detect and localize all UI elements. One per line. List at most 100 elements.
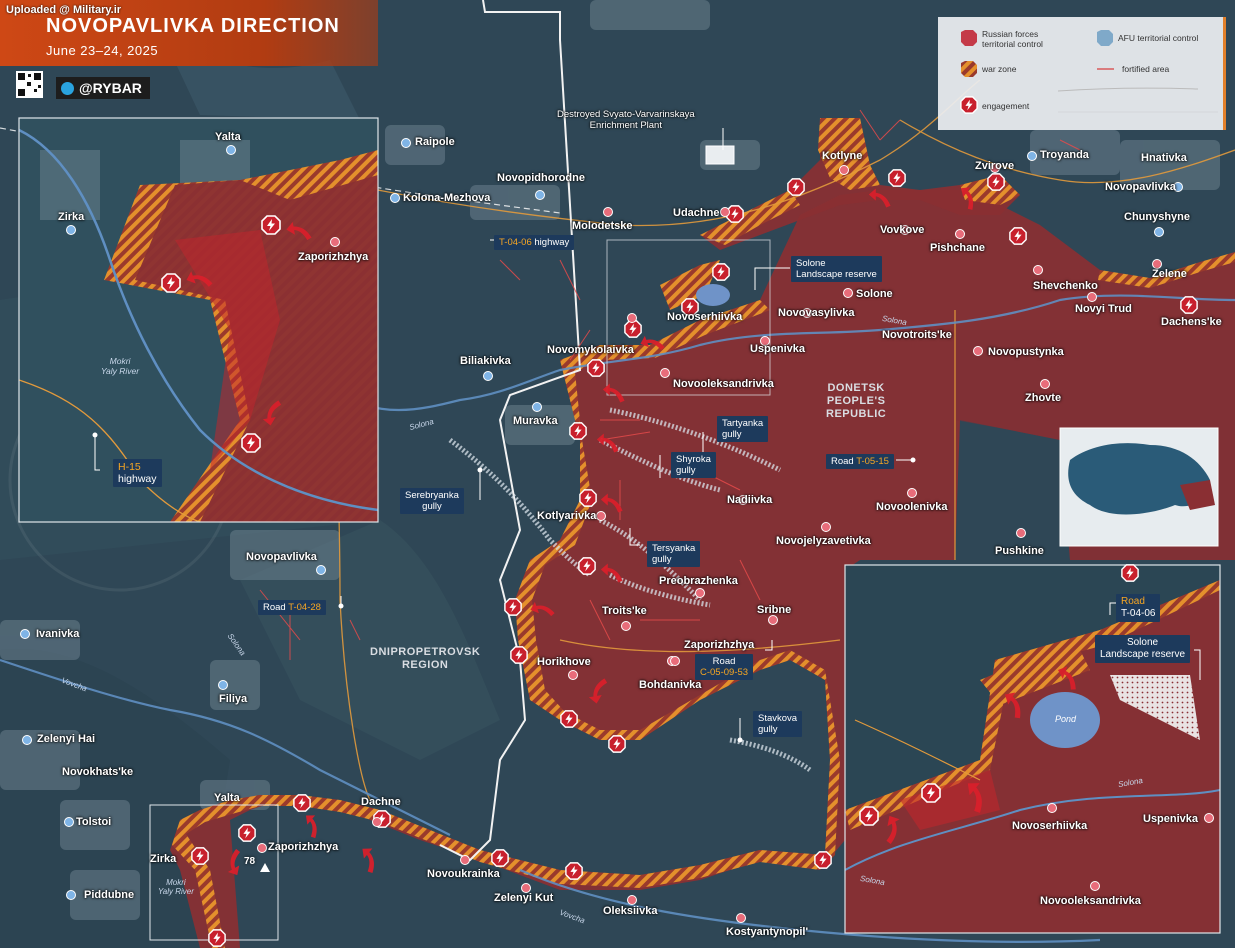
brand-handle: @RYBAR xyxy=(79,80,142,96)
place-shevchenko: Shevchenko xyxy=(1033,280,1098,292)
place-dachne: Dachne xyxy=(361,796,401,808)
legend-war-zone: war zone xyxy=(982,64,1017,74)
legend-accent xyxy=(1223,17,1226,130)
callout-stavkova-gully: Stavkova gully xyxy=(753,711,803,737)
qr-code-icon xyxy=(16,71,43,98)
callout-tersyanka-line1: Tersyanka xyxy=(652,543,696,554)
place-zelene: Zelene xyxy=(1152,268,1187,280)
inset-right-novoserhiivka: Novoserhiivka xyxy=(1012,820,1088,832)
place-troits-ke: Troits'ke xyxy=(602,605,647,617)
callout-t0406-highway: T-04-06 highway xyxy=(494,235,575,250)
place-novomykolaivka: Novomykolaivka xyxy=(547,344,634,356)
inset-left-river: Mokri Yaly River xyxy=(101,356,139,376)
road-code: H-15 xyxy=(118,461,141,473)
place-horikhove: Horikhove xyxy=(537,656,591,668)
callout-c050953-line1: Road xyxy=(712,656,736,667)
map-date: June 23–24, 2025 xyxy=(46,43,159,58)
place-kotlyne: Kotlyne xyxy=(822,150,863,162)
callout-plant-line2: Enrichment Plant xyxy=(589,120,662,131)
inset-right-uspenivka: Uspenivka xyxy=(1143,813,1199,825)
place-filiya: Filiya xyxy=(219,693,248,705)
place-sribne: Sribne xyxy=(757,604,792,616)
river-mokri-line1: Mokri xyxy=(166,878,186,887)
callout-road-c050953: Road C-05-09-53 xyxy=(695,654,754,680)
callout-serebryanka-gully: Serebryanka gully xyxy=(400,488,464,514)
road-code: T-04-06 xyxy=(1121,608,1156,619)
inset-right-novooleksandrivka: Novooleksandrivka xyxy=(1040,895,1141,907)
place-novyi-trud: Novyi Trud xyxy=(1075,303,1132,315)
callout-tartyanka-line1: Tartyanka xyxy=(722,418,764,429)
callout-stavkova-line1: Stavkova xyxy=(758,713,798,724)
callout-road-t0428: Road T-04-28 xyxy=(258,600,326,615)
callout-serebryanka-line2: gully xyxy=(422,501,442,512)
place-nadiivka: Nadiivka xyxy=(727,494,773,506)
telegram-icon xyxy=(61,82,74,95)
inset-right-road: Road T-04-06 xyxy=(1116,594,1161,622)
place-muravka: Muravka xyxy=(513,415,558,427)
region-dnr-line2: PEOPLE'S xyxy=(826,395,886,407)
callout-reserve-line2: Landscape reserve xyxy=(796,269,877,280)
callout-solone-reserve: Solone Landscape reserve xyxy=(791,256,882,282)
region-dnipro-line1: DNIPROPETROVSK xyxy=(370,646,481,658)
place-solone: Solone xyxy=(856,288,893,300)
place-novokhats-ke: Novokhats'ke xyxy=(62,766,134,778)
callout-road-t0515: Road T-05-15 xyxy=(826,454,894,469)
callout-serebryanka-line1: Serebryanka xyxy=(405,490,459,501)
inset-left-zirka: Zirka xyxy=(58,211,85,223)
place-yalta: Yalta xyxy=(214,792,240,804)
road-word: Road xyxy=(831,456,857,467)
road-type: highway xyxy=(118,473,157,485)
place-novopavlivka: Novopavlivka xyxy=(246,551,317,563)
place-kostyantynopil: Kostyantynopil' xyxy=(726,926,809,938)
region-dnr: DONETSK PEOPLE'S REPUBLIC xyxy=(826,382,886,421)
overview-inset xyxy=(1059,427,1219,547)
place-novojelyzavetivka: Novojelyzavetivka xyxy=(776,535,871,547)
place-zvirove: Zvirove xyxy=(975,160,1015,172)
callout-h15-highway: H-15 highway xyxy=(113,459,162,487)
place-bohdanivka: Bohdanivka xyxy=(639,679,702,691)
place-molodetske: Molodetske xyxy=(572,220,633,232)
river-mokri-label: Mokri Yaly River xyxy=(158,878,194,896)
height-marker: 78 xyxy=(244,856,256,867)
place-zhovte: Zhovte xyxy=(1025,392,1062,404)
road-code: C-05-09-53 xyxy=(700,667,749,678)
place-ivanivka: Ivanivka xyxy=(36,628,80,640)
place-biliakivka: Biliakivka xyxy=(460,355,511,367)
place-novovasylivka: Novovasylivka xyxy=(778,307,855,319)
river-mokri-line2: Yaly River xyxy=(158,887,194,896)
region-dnipro: DNIPROPETROVSK REGION xyxy=(370,646,480,672)
place-udachne: Udachne xyxy=(673,207,720,219)
callout-plant-line1: Destroyed Svyato-Varvarinskaya xyxy=(557,109,695,120)
place-oleksiivka: Oleksiivka xyxy=(603,905,658,917)
region-dnr-line3: REPUBLIC xyxy=(826,408,887,420)
callout-shyroka-line1: Shyroka xyxy=(676,454,711,465)
callout-shyroka-gully: Shyroka gully xyxy=(671,452,716,478)
place-preobrazhenka: Preobrazhenka xyxy=(659,575,738,587)
place-pushkine: Pushkine xyxy=(995,545,1044,557)
left-inset-frame xyxy=(18,117,379,523)
place-kotlyarivka: Kotlyarivka xyxy=(537,510,597,522)
place-novooleksandrivka: Novooleksandrivka xyxy=(673,378,774,390)
callout-tartyanka-line2: gully xyxy=(722,429,742,440)
legend-engagement: engagement xyxy=(982,101,1030,111)
region-dnipro-line2: REGION xyxy=(401,659,449,671)
place-novoolenivka: Novoolenivka xyxy=(876,501,948,513)
place-zaporizhzhya-sw: Zaporizhzhya xyxy=(268,841,339,853)
place-novopidhorodne: Novopidhorodne xyxy=(497,172,585,184)
place-novotroits-ke: Novotroits'ke xyxy=(882,329,952,341)
place-piddubne: Piddubne xyxy=(84,889,135,901)
region-dnr-line1: DONETSK xyxy=(827,382,885,394)
legend-panel: Russian forces territorial control AFU t… xyxy=(938,17,1226,130)
road-code: T-04-28 xyxy=(288,602,321,613)
place-dachens-ke: Dachens'ke xyxy=(1161,316,1222,328)
place-troyanda: Troyanda xyxy=(1040,149,1089,161)
inset-left-river-line1: Mokri xyxy=(109,356,131,366)
callout-tersyanka-gully: Tersyanka gully xyxy=(647,541,701,567)
place-zirka: Zirka xyxy=(150,853,177,865)
road-code: T-04-06 xyxy=(499,237,532,248)
place-tolstoi: Tolstoi xyxy=(76,816,112,828)
right-inset-frame xyxy=(844,564,1221,934)
place-pishchane: Pishchane xyxy=(930,242,986,254)
callout-tartyanka-gully: Tartyanka gully xyxy=(717,416,769,442)
place-novoserhiivka: Novoserhiivka xyxy=(667,311,743,323)
